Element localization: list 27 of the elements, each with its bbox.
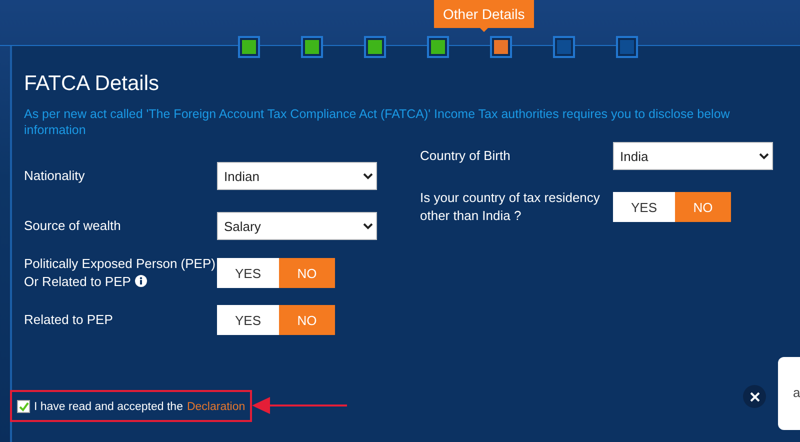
section-title: FATCA Details [24, 72, 160, 96]
dropdown-field[interactable]: India [613, 142, 773, 170]
dropdown-field[interactable]: Salary [217, 212, 377, 240]
field-label: Nationality [24, 168, 85, 183]
section-description: As per new act called 'The Foreign Account Tax Compliance Act (FATCA)' Income Tax authorities requires you to disclose below information [24, 106, 731, 138]
toggle-option[interactable]: YES [217, 258, 279, 288]
dropdown-field[interactable]: Indian [217, 162, 377, 190]
field-label: Related to PEP [24, 312, 113, 327]
toggle-option[interactable]: YES [217, 305, 279, 335]
declaration-text: I have read and accepted the [34, 400, 183, 412]
field-label: Source of wealth [24, 218, 121, 233]
step-marker[interactable] [301, 36, 323, 58]
declaration-link[interactable]: Declaration [186, 400, 246, 412]
field-label: Is your country of tax residency other than India ? [420, 190, 600, 223]
step-marker[interactable] [616, 36, 638, 58]
checkbox[interactable] [17, 400, 30, 413]
toggle-option[interactable]: YES [613, 192, 675, 222]
field-label: Country of Birth [420, 148, 510, 163]
step-marker[interactable] [427, 36, 449, 58]
field-label: Politically Exposed Person (PEP) Or Related to PEP [24, 256, 216, 289]
chat-bubble[interactable]: a [778, 357, 800, 430]
step-marker[interactable] [490, 36, 512, 58]
step-marker[interactable] [238, 36, 260, 58]
close-icon [750, 392, 760, 402]
step-marker[interactable] [364, 36, 386, 58]
step-marker[interactable] [553, 36, 575, 58]
chat-text: a [793, 384, 800, 402]
